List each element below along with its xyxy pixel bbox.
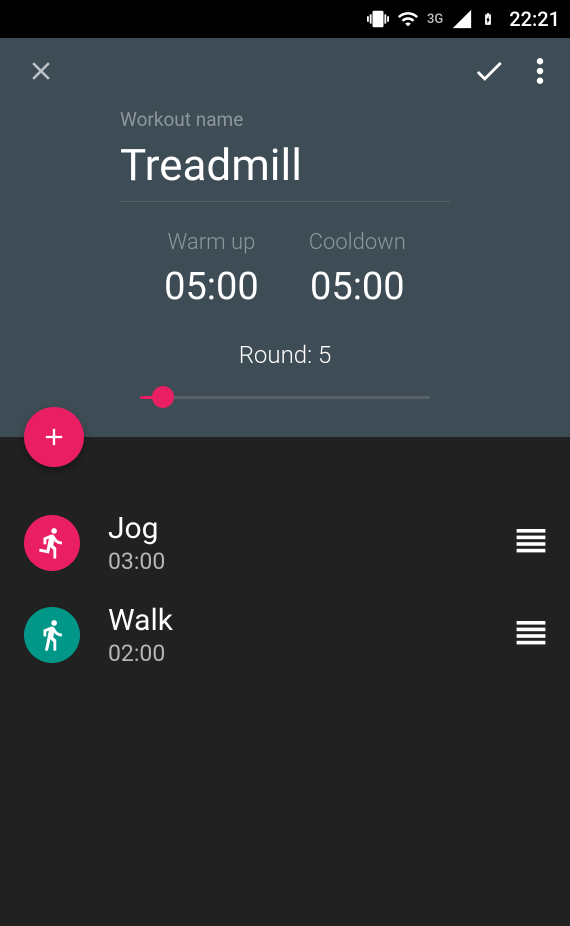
clock-time: 22:21 <box>509 7 560 31</box>
close-button[interactable] <box>26 56 56 90</box>
vibrate-icon <box>367 8 389 30</box>
exercise-duration: 02:00 <box>108 640 488 667</box>
cooldown-field[interactable]: Cooldown 05:00 <box>309 230 406 309</box>
reorder-icon <box>516 621 546 645</box>
exercise-list: Jog 03:00 Walk 02:00 <box>0 437 570 681</box>
cooldown-label: Cooldown <box>309 230 406 255</box>
warmup-label: Warm up <box>164 230 259 255</box>
workout-name-label: Workout name <box>120 108 450 131</box>
cooldown-value: 05:00 <box>309 265 406 309</box>
warmup-field[interactable]: Warm up 05:00 <box>164 230 259 309</box>
exercise-item-walk[interactable]: Walk 02:00 <box>0 589 570 681</box>
signal-icon <box>451 8 473 30</box>
check-icon <box>472 54 506 88</box>
slider-thumb[interactable] <box>152 386 174 408</box>
battery-charging-icon <box>481 8 495 30</box>
reorder-icon <box>516 529 546 553</box>
status-bar: 3G 22:21 <box>0 0 570 38</box>
exercise-text: Jog 03:00 <box>108 511 488 575</box>
exercise-name: Jog <box>108 511 488 546</box>
confirm-button[interactable] <box>472 54 506 92</box>
exercise-name: Walk <box>108 603 488 638</box>
workout-name-area: Workout name <box>0 108 570 202</box>
drag-handle[interactable] <box>516 621 546 649</box>
more-menu-button[interactable] <box>536 58 544 88</box>
network-label: 3G <box>427 12 443 27</box>
workout-form-panel: Workout name Warm up 05:00 Cooldown 05:0… <box>0 38 570 437</box>
exercise-text: Walk 02:00 <box>108 603 488 667</box>
drag-handle[interactable] <box>516 529 546 557</box>
running-icon <box>24 515 80 571</box>
exercise-duration: 03:00 <box>108 548 488 575</box>
close-icon <box>26 56 56 86</box>
exercise-item-jog[interactable]: Jog 03:00 <box>0 497 570 589</box>
wifi-icon <box>397 8 419 30</box>
action-bar <box>0 38 570 108</box>
warmup-value: 05:00 <box>164 265 259 309</box>
round-slider[interactable] <box>140 387 430 407</box>
round-area: Round: 5 <box>0 341 570 407</box>
walking-icon <box>24 607 80 663</box>
plus-icon <box>40 423 68 451</box>
more-vert-icon <box>536 58 544 84</box>
workout-name-input[interactable] <box>120 139 450 202</box>
add-exercise-button[interactable] <box>24 407 84 467</box>
round-label: Round: 5 <box>0 341 570 369</box>
times-row: Warm up 05:00 Cooldown 05:00 <box>0 230 570 309</box>
